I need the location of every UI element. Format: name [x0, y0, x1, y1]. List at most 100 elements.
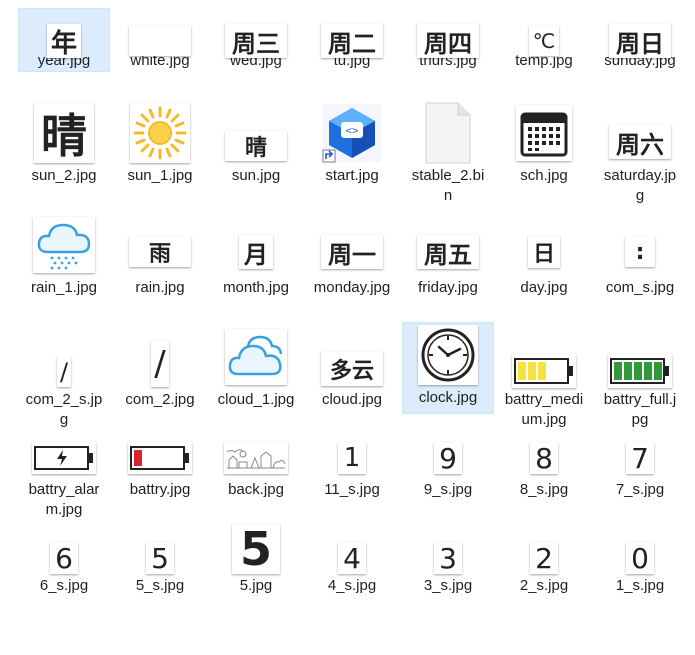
- rain-cloud-icon: [37, 223, 91, 270]
- file-thumbnail: <>: [320, 101, 384, 165]
- file-name: 2_s.jpg: [519, 577, 569, 594]
- file-item[interactable]: battry_alarm.jpg: [18, 436, 110, 526]
- file-item[interactable]: 月 month.jpg: [210, 212, 302, 302]
- thumb-text: :: [625, 237, 655, 267]
- file-item[interactable]: 7 7_s.jpg: [594, 436, 686, 506]
- file-thumbnail: 周日: [608, 9, 672, 73]
- file-thumbnail: 周一: [320, 213, 384, 277]
- thumb-text: 8: [530, 442, 558, 475]
- file-item[interactable]: back.jpg: [210, 436, 302, 506]
- file-item[interactable]: rain_1.jpg: [18, 212, 110, 302]
- file-item[interactable]: 0 1_s.jpg: [594, 530, 686, 604]
- file-name: com_s.jpg: [605, 279, 675, 296]
- file-item[interactable]: clock.jpg: [402, 322, 494, 414]
- thumb-text: 5: [146, 542, 174, 575]
- file-item[interactable]: 4 4_s.jpg: [306, 530, 398, 604]
- file-thumbnail: [128, 101, 192, 165]
- file-item[interactable]: stable_2.bin: [402, 100, 494, 210]
- file-item[interactable]: cloud_1.jpg: [210, 324, 302, 434]
- file-name: rain_1.jpg: [31, 279, 97, 296]
- file-item[interactable]: 8 8_s.jpg: [498, 436, 590, 506]
- thumb-text: 多云: [321, 352, 383, 386]
- thumb-text: /: [57, 357, 71, 387]
- file-item[interactable]: 雨 rain.jpg: [114, 212, 206, 302]
- file-thumbnail: [32, 437, 96, 479]
- file-item[interactable]: battry_full.jpg: [594, 324, 686, 434]
- file-item[interactable]: 5 5_s.jpg: [114, 530, 206, 604]
- file-item[interactable]: 9 9_s.jpg: [402, 436, 494, 506]
- file-name: saturday.jpg: [603, 167, 677, 204]
- sun-image: [130, 103, 190, 163]
- file-item[interactable]: 周六 saturday.jpg: [594, 100, 686, 210]
- thumb-text: ℃: [529, 26, 559, 56]
- file-item[interactable]: / com_2.jpg: [114, 324, 206, 414]
- file-item[interactable]: 晴 sun_2.jpg: [18, 100, 110, 190]
- file-thumbnail: 8: [512, 437, 576, 479]
- file-thumbnail: 年: [32, 9, 96, 73]
- file-item[interactable]: : com_s.jpg: [594, 212, 686, 302]
- file-item[interactable]: sch.jpg: [498, 100, 590, 190]
- file-thumbnail: 晴: [32, 101, 96, 165]
- file-item[interactable]: 2 2_s.jpg: [498, 530, 590, 604]
- file-item[interactable]: ℃ temp.jpg: [498, 8, 590, 72]
- file-name: back.jpg: [228, 481, 284, 498]
- file-grid: 年 year.jpg white.jpg 周三 wed.jpg 周二 tu.jp…: [0, 0, 695, 655]
- file-name: battry_alarm.jpg: [28, 481, 100, 518]
- thumb-text: 雨: [129, 237, 191, 267]
- file-item[interactable]: 周五 friday.jpg: [402, 212, 494, 302]
- file-item[interactable]: 6 6_s.jpg: [18, 530, 110, 604]
- file-item[interactable]: battry_medium.jpg: [498, 324, 590, 434]
- file-item[interactable]: battry.jpg: [114, 436, 206, 506]
- file-thumbnail: [224, 437, 288, 479]
- file-thumbnail: 3: [416, 531, 480, 575]
- file-name: start.jpg: [325, 167, 379, 184]
- battery-low-image: [128, 442, 192, 474]
- thumb-text: 周二: [321, 24, 383, 58]
- battery-full-icon: [610, 358, 669, 384]
- thumb-text: 周五: [417, 235, 479, 269]
- file-thumbnail: 1: [320, 437, 384, 479]
- file-item[interactable]: 周一 monday.jpg: [306, 212, 398, 322]
- file-name: sch.jpg: [520, 167, 568, 184]
- thumb-text: 5: [232, 522, 280, 576]
- file-thumbnail: 2: [512, 531, 576, 575]
- file-item[interactable]: 晴 sun.jpg: [210, 100, 302, 190]
- thumb-text: 周一: [321, 235, 383, 269]
- calendar-image: [516, 105, 572, 161]
- file-thumbnail: 周二: [320, 9, 384, 73]
- file-item[interactable]: 周日 sunday.jpg: [594, 8, 686, 94]
- file-item[interactable]: white.jpg: [114, 8, 206, 72]
- file-item[interactable]: 周四 thurs.jpg: [402, 8, 494, 72]
- clock-icon: [421, 328, 475, 382]
- file-item[interactable]: 周三 wed.jpg: [210, 8, 302, 72]
- clock-image: [418, 325, 478, 385]
- file-item[interactable]: 日 day.jpg: [498, 212, 590, 302]
- file-thumbnail: [224, 325, 288, 389]
- file-item[interactable]: 周二 tu.jpg: [306, 8, 398, 72]
- file-thumbnail: 7: [608, 437, 672, 479]
- file-item[interactable]: 3 3_s.jpg: [402, 530, 494, 604]
- thumb-text: 9: [434, 442, 462, 475]
- file-thumbnail: [128, 437, 192, 479]
- file-name: month.jpg: [223, 279, 289, 296]
- file-item[interactable]: / com_2_s.jpg: [18, 324, 110, 434]
- file-thumbnail: 周四: [416, 9, 480, 73]
- file-item[interactable]: 年 year.jpg: [18, 8, 110, 72]
- file-name: cloud.jpg: [321, 391, 383, 408]
- file-name: friday.jpg: [418, 279, 478, 296]
- file-name: 5.jpg: [239, 577, 273, 594]
- file-item[interactable]: 5 5.jpg: [210, 522, 302, 604]
- thumb-text: 周日: [609, 24, 671, 58]
- file-item[interactable]: 1 11_s.jpg: [306, 436, 398, 506]
- file-name: 3_s.jpg: [423, 577, 473, 594]
- file-item[interactable]: 多云 cloud.jpg: [306, 324, 398, 414]
- battery-alarm-image: [32, 442, 96, 474]
- file-thumbnail: ℃: [512, 9, 576, 73]
- file-thumbnail: [416, 323, 480, 387]
- file-thumbnail: 6: [32, 531, 96, 575]
- file-item[interactable]: <> start.jpg: [306, 100, 398, 190]
- file-item[interactable]: sun_1.jpg: [114, 100, 206, 190]
- thumb-text: 周三: [225, 24, 287, 58]
- file-name: sun.jpg: [231, 167, 281, 184]
- file-name: day.jpg: [520, 279, 568, 296]
